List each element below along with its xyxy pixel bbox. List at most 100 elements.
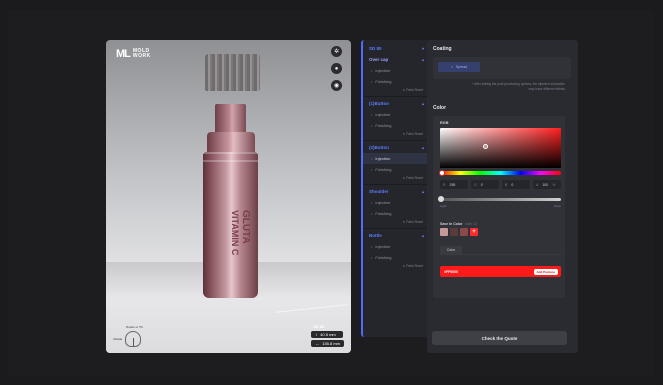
alpha-value: 100 — [542, 182, 549, 187]
bullet-icon: • — [371, 211, 373, 216]
bullet-icon: • — [371, 167, 373, 172]
parts-header[interactable]: SD 80 ▾ — [363, 43, 429, 54]
part-item-label: Finishing — [375, 255, 392, 260]
bottle-label-line-1: GLUTA — [240, 210, 251, 244]
alpha-input[interactable]: A 100% — [533, 180, 561, 189]
part-item-label: Injection — [375, 68, 391, 73]
part-item-label: Injection — [375, 156, 391, 161]
bottle-shoulder[interactable] — [207, 132, 255, 154]
blue-input[interactable]: B0 — [502, 180, 530, 189]
green-input[interactable]: G0 — [471, 180, 499, 189]
bottle-button-1[interactable] — [215, 104, 246, 134]
saturation-value-area[interactable] — [440, 128, 561, 168]
blue-key: B — [505, 182, 508, 187]
bottle-label: GLUTA VITAMIN C — [170, 206, 251, 264]
coating-note: * After setting the post-processing opti… — [433, 82, 565, 91]
part-item-label: Finishing — [375, 211, 392, 216]
bullet-icon: • — [371, 200, 373, 205]
part-button-2-finishing[interactable]: • Finishing — [363, 164, 429, 175]
saved-swatch[interactable] — [450, 228, 458, 236]
rotate-control[interactable]: Rotate to Tilt Rotate — [112, 325, 143, 347]
bullet-icon: • — [371, 244, 373, 249]
parts-reset-bottle[interactable]: ↻ Parts Reset — [363, 263, 429, 272]
parts-reset-shoulder[interactable]: ↻ Parts Reset — [363, 219, 429, 229]
rotate-hint: Rotate to Tilt — [126, 325, 143, 329]
hex-color-bar[interactable]: #FF0000 Add Pantone — [440, 266, 561, 277]
parts-reset-button-1[interactable]: ↻ Parts Reset — [363, 131, 429, 141]
saved-swatch[interactable] — [440, 228, 448, 236]
height-value: 40.5 mm — [320, 332, 336, 337]
depth-handle[interactable] — [438, 196, 444, 202]
coating-title: Coating — [433, 46, 452, 52]
color-title: Color — [433, 105, 447, 111]
color-handle[interactable] — [483, 144, 488, 149]
part-over-cap-injection[interactable]: • Injection — [363, 65, 429, 76]
percent-sign: % — [552, 182, 556, 187]
part-bottle[interactable]: Bottle ▴ — [363, 230, 429, 241]
part-name: Bottle — [369, 233, 382, 238]
saved-colors-label: Save In Color — [440, 222, 463, 226]
part-button-2-injection[interactable]: • Injection — [363, 153, 429, 164]
parts-reset-over-cap[interactable]: ↻ Parts Reset — [363, 87, 429, 97]
brand-logo: ML MOLD WORK — [116, 48, 151, 60]
part-bottle-injection[interactable]: • Injection — [363, 241, 429, 252]
product-viewer[interactable]: ML MOLD WORK ✲ ● ◉ GLUTA VITAMIN C Rotat… — [106, 40, 351, 353]
red-key: R — [443, 182, 446, 187]
bullet-icon: • — [371, 123, 373, 128]
viewer-toolbar: ✲ ● ◉ — [331, 46, 342, 91]
part-over-cap-finishing[interactable]: • Finishing — [363, 76, 429, 87]
target-icon[interactable]: ◉ — [331, 80, 342, 91]
dimensions-title: SD 80 — [313, 324, 325, 329]
chevron-up-icon: ▴ — [421, 101, 424, 106]
red-input[interactable]: R 255 — [440, 180, 468, 189]
green-value: 0 — [480, 182, 483, 187]
hue-slider[interactable] — [440, 171, 561, 175]
rgb-inputs: R 255 G0 B0 A 100% — [440, 180, 561, 189]
parts-reset-button-2[interactable]: ↻ Parts Reset — [363, 175, 429, 185]
part-button-1-injection[interactable]: • Injection — [363, 109, 429, 120]
check-quote-button[interactable]: Check the Quote — [432, 331, 567, 345]
part-item-label: Injection — [375, 112, 391, 117]
part-button-1-finishing[interactable]: • Finishing — [363, 120, 429, 131]
bottle-over-cap[interactable] — [205, 54, 260, 91]
bullet-icon: • — [371, 112, 373, 117]
tab-color[interactable]: Color — [440, 246, 462, 254]
part-group-over-cap: Over cap ▴ • Injection • Finishing ↻ Parts… — [363, 54, 429, 98]
height-icon: ↕ — [315, 332, 318, 337]
blue-value: 0 — [511, 182, 514, 187]
part-button-2[interactable]: (2)Button ▴ — [363, 142, 429, 153]
spread-button[interactable]: ✓ Spread — [438, 62, 480, 72]
dimensions-panel: SD 80 ↕ 40.5 mm ↔ 135.8 mm — [311, 324, 344, 347]
reset-label: Parts Reset — [406, 132, 423, 136]
part-button-1[interactable]: (1)Button ▴ — [363, 98, 429, 109]
color-mode-label[interactable]: RGB — [440, 121, 448, 125]
light-label: Light — [440, 204, 447, 208]
part-item-label: Finishing — [375, 123, 392, 128]
reset-label: Parts Reset — [406, 220, 423, 224]
settings-icon[interactable]: ✲ — [331, 46, 342, 57]
part-shoulder-injection[interactable]: • Injection — [363, 197, 429, 208]
depth-slider[interactable] — [440, 198, 561, 201]
add-color-icon[interactable]: + — [470, 228, 478, 236]
add-pantone-button[interactable]: Add Pantone — [533, 268, 558, 275]
hue-handle[interactable] — [439, 170, 445, 176]
bullet-icon: • — [371, 79, 373, 84]
reset-label: Parts Reset — [406, 88, 423, 92]
bullet-icon: • — [371, 156, 373, 161]
part-item-label: Injection — [375, 200, 391, 205]
part-shoulder-finishing[interactable]: • Finishing — [363, 208, 429, 219]
part-bottle-finishing[interactable]: • Finishing — [363, 252, 429, 263]
saved-colors-hint: max 12 — [465, 222, 477, 226]
bullet-icon: • — [371, 255, 373, 260]
deep-label: Deep — [553, 204, 561, 208]
part-shoulder[interactable]: Shoulder ▴ — [363, 186, 429, 197]
part-group-shoulder: Shoulder ▴ • Injection • Finishing ↻ Parts… — [363, 186, 429, 230]
saved-swatch[interactable] — [460, 228, 468, 236]
chevron-up-icon: ▴ — [421, 145, 424, 150]
part-group-button-2: (2)Button ▴ • Injection • Finishing ↻ Part… — [363, 142, 429, 186]
logo-line-2: WORK — [132, 53, 151, 59]
part-over-cap[interactable]: Over cap ▴ — [363, 54, 429, 65]
bullet-icon: • — [371, 68, 373, 73]
hex-value[interactable]: #FF0000 — [444, 270, 458, 274]
record-icon[interactable]: ● — [331, 63, 342, 74]
